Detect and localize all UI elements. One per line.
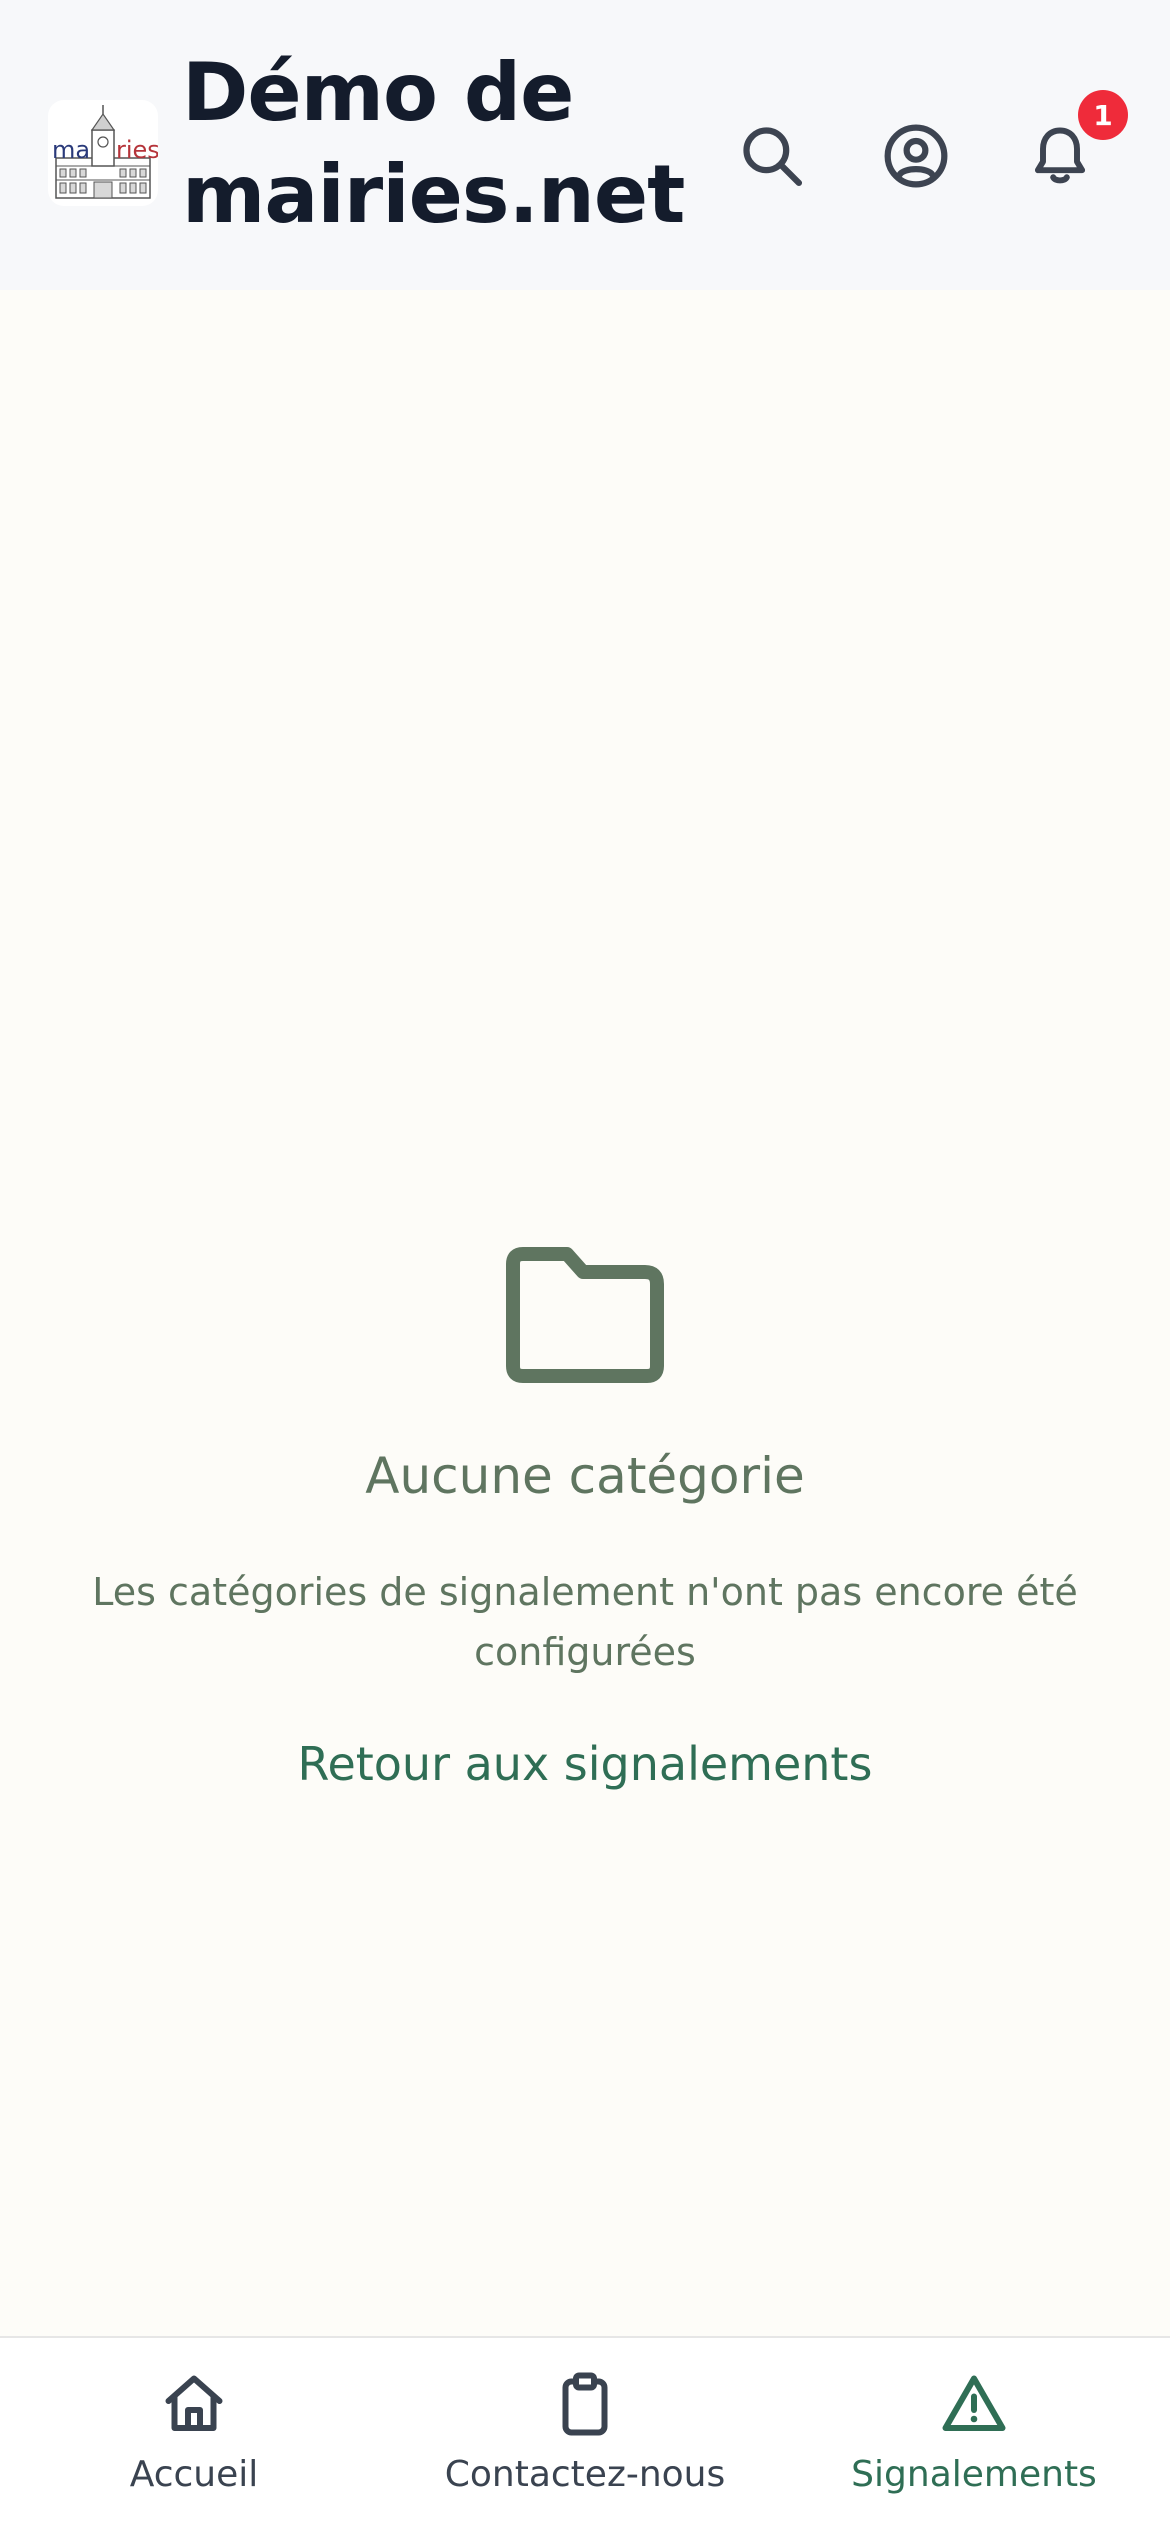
empty-state: Aucune catégorie Les catégories de signa…	[0, 1240, 1170, 1796]
notification-badge: 1	[1078, 90, 1128, 140]
nav-item-accueil[interactable]: Accueil	[14, 2368, 374, 2495]
app-header: ma ries Démo de mairies.net 1	[0, 0, 1170, 290]
nav-label-contactez-nous: Contactez-nous	[444, 2454, 726, 2495]
search-icon	[743, 127, 803, 187]
nav-label-accueil: Accueil	[129, 2454, 259, 2495]
mairies-logo: ma ries	[48, 100, 158, 206]
nav-label-signalements: Signalements	[851, 2454, 1097, 2495]
nav-item-signalements[interactable]: Signalements	[794, 2368, 1154, 2495]
user-circle-icon	[884, 124, 948, 188]
bottom-navigation: Accueil Contactez-nous Signalements	[0, 2336, 1170, 2532]
search-button[interactable]	[724, 108, 820, 204]
account-button[interactable]	[868, 108, 964, 204]
nav-item-contactez-nous[interactable]: Contactez-nous	[405, 2368, 765, 2495]
bell-icon	[1034, 127, 1086, 184]
logo-text-left: ma	[52, 136, 90, 164]
home-icon	[165, 2375, 223, 2431]
logo-text-right: ries	[116, 136, 158, 164]
empty-state-title: Aucune catégorie	[365, 1447, 805, 1505]
clipboard-icon	[562, 2372, 608, 2436]
empty-state-description: Les catégories de signalement n'ont pas …	[92, 1570, 1078, 1674]
warning-icon	[942, 2375, 1006, 2431]
folder-icon	[506, 1247, 664, 1383]
app-title: Démo de mairies.net	[182, 46, 685, 241]
back-to-reports-link[interactable]: Retour aux signalements	[298, 1732, 873, 1796]
